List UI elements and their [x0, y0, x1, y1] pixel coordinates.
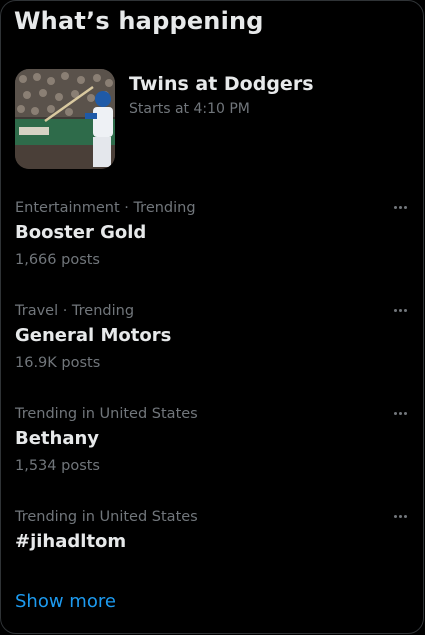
- trend-post-count: 16.9K posts: [15, 355, 101, 371]
- trend-item[interactable]: Trending in United States #jihadltom: [15, 509, 415, 589]
- event-thumbnail: [15, 69, 115, 169]
- trend-name: General Motors: [15, 325, 172, 346]
- trend-item[interactable]: Entertainment · Trending Booster Gold 1,…: [15, 200, 415, 280]
- trend-name: Bethany: [15, 428, 100, 449]
- event-card[interactable]: Twins at Dodgers Starts at 4:10 PM: [15, 69, 415, 169]
- trend-post-count: 1,666 posts: [15, 252, 100, 268]
- more-horizontal-icon[interactable]: [390, 406, 410, 420]
- trend-item[interactable]: Trending in United States Bethany 1,534 …: [15, 406, 415, 486]
- trend-context: Entertainment · Trending: [15, 200, 196, 216]
- whats-happening-panel: What’s happening Twins at Dodgers Starts…: [0, 0, 424, 634]
- trend-post-count: 1,534 posts: [15, 458, 100, 474]
- trend-name: Booster Gold: [15, 222, 147, 243]
- trend-item[interactable]: Travel · Trending General Motors 16.9K p…: [15, 303, 415, 383]
- more-horizontal-icon[interactable]: [390, 303, 410, 317]
- trend-context: Travel · Trending: [15, 303, 135, 319]
- event-title: Twins at Dodgers: [129, 73, 314, 95]
- show-more-link[interactable]: Show more: [15, 591, 116, 612]
- more-horizontal-icon[interactable]: [390, 509, 410, 523]
- trend-context: Trending in United States: [15, 406, 198, 422]
- trend-context: Trending in United States: [15, 509, 198, 525]
- more-horizontal-icon[interactable]: [390, 200, 410, 214]
- event-time: Starts at 4:10 PM: [129, 101, 250, 117]
- section-title: What’s happening: [14, 7, 264, 35]
- trend-name: #jihadltom: [15, 531, 127, 552]
